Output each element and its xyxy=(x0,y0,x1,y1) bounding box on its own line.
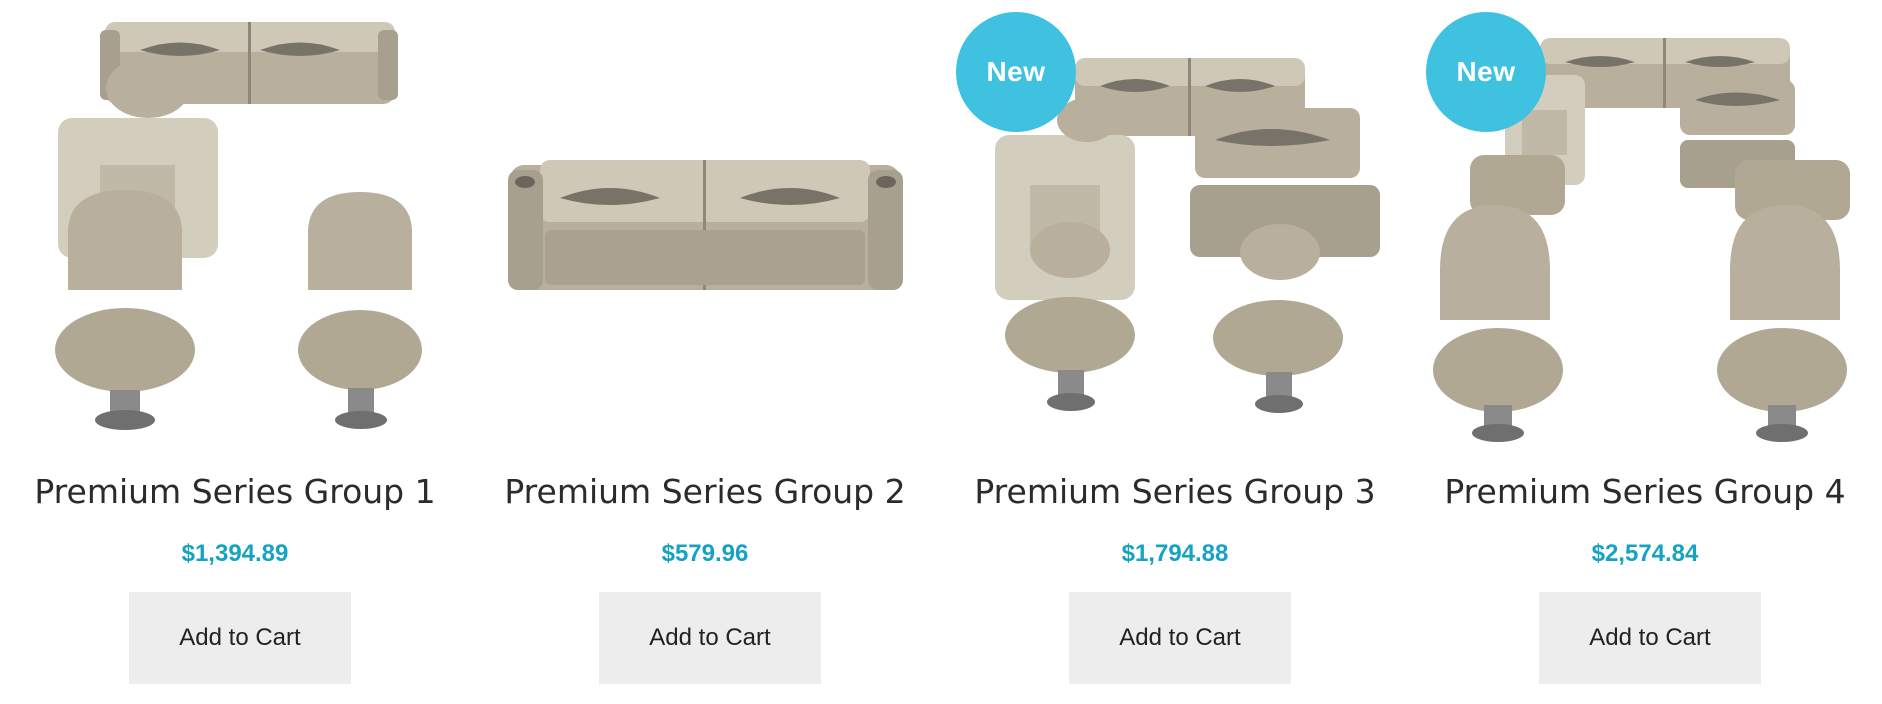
product-card: Premium Series Group 2 $579.96 Add to Ca… xyxy=(470,0,940,704)
product-title[interactable]: Premium Series Group 4 xyxy=(1410,472,1880,511)
new-badge: New xyxy=(956,12,1076,132)
product-price: $579.96 xyxy=(661,540,749,567)
product-grid: Premium Series Group 1 $1,394.89 Add to … xyxy=(0,0,1882,704)
add-to-cart-button[interactable]: Add to Cart xyxy=(1069,592,1291,684)
product-title[interactable]: Premium Series Group 3 xyxy=(940,472,1410,511)
product-price: $2,574.84 xyxy=(1591,540,1699,567)
product-price: $1,394.89 xyxy=(181,540,289,567)
product-card: New Premium Series Group 3 $1,794.88 Add… xyxy=(940,0,1410,704)
product-image[interactable] xyxy=(0,0,470,455)
bench-seat-image xyxy=(508,160,903,290)
product-price: $1,794.88 xyxy=(1121,540,1229,567)
product-image[interactable] xyxy=(470,0,940,455)
product-title[interactable]: Premium Series Group 1 xyxy=(0,472,470,511)
add-to-cart-button[interactable]: Add to Cart xyxy=(599,592,821,684)
product-card: Premium Series Group 1 $1,394.89 Add to … xyxy=(0,0,470,704)
add-to-cart-button[interactable]: Add to Cart xyxy=(1539,592,1761,684)
new-badge: New xyxy=(1426,12,1546,132)
product-card: New Premium Series Group 4 $2,574.84 Add… xyxy=(1410,0,1880,704)
product-title[interactable]: Premium Series Group 2 xyxy=(470,472,940,511)
add-to-cart-button[interactable]: Add to Cart xyxy=(129,592,351,684)
seating-group-image xyxy=(55,22,422,430)
